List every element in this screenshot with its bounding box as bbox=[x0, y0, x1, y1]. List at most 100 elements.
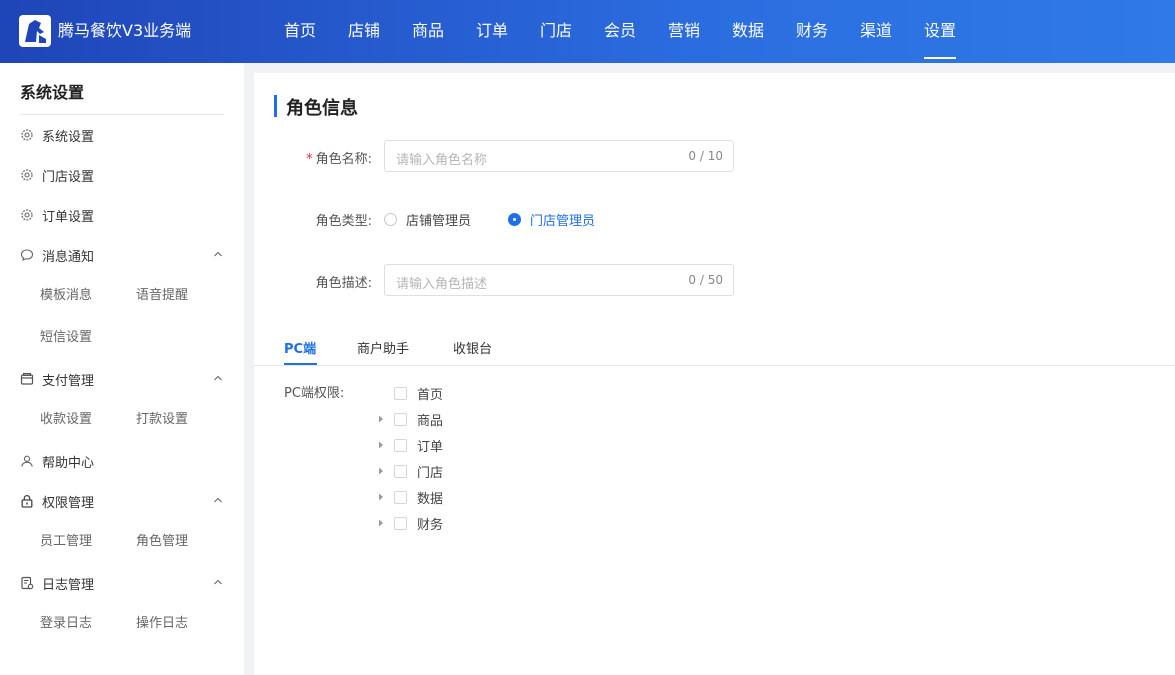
tree-checkbox[interactable] bbox=[394, 490, 407, 504]
role-desc-counter: 0 / 50 bbox=[688, 273, 723, 287]
main-panel: 角色信息 * 角色名称: 请输入角色名称 0 / 10 角色类型: 店铺管理员 门… bbox=[254, 73, 1175, 675]
radio-shop-admin[interactable]: 店铺管理员 bbox=[384, 210, 471, 229]
tree-checkbox[interactable] bbox=[394, 516, 407, 530]
section-accent-bar bbox=[274, 95, 277, 117]
chevron-up-icon[interactable] bbox=[212, 494, 224, 506]
caret-right-icon[interactable] bbox=[374, 515, 388, 531]
role-name-label: * 角色名称: bbox=[306, 152, 372, 167]
sidebar-subitem-login-log[interactable]: 登录日志 bbox=[40, 612, 92, 631]
sidebar: 系统设置 系统设置 门店设置 订单设置 消息通知 模板消息 语音提醒 短信设置 … bbox=[0, 63, 244, 675]
nav-members[interactable]: 会员 bbox=[588, 0, 652, 63]
role-type-label: 角色类型: bbox=[315, 214, 372, 229]
sidebar-item-payment[interactable]: 支付管理 bbox=[20, 369, 224, 389]
chevron-up-icon[interactable] bbox=[212, 576, 224, 588]
caret-right-icon[interactable] bbox=[374, 437, 388, 453]
tree-node-label: 订单 bbox=[417, 439, 444, 455]
sidebar-item-order-settings[interactable]: 订单设置 bbox=[20, 205, 224, 225]
tree-node-data[interactable]: 数据 bbox=[374, 489, 444, 507]
sidebar-item-system-settings[interactable]: 系统设置 bbox=[20, 125, 224, 145]
sidebar-title: 系统设置 bbox=[20, 83, 85, 102]
radio-store-admin[interactable]: 门店管理员 bbox=[508, 210, 595, 229]
tab-merchant-assistant[interactable]: 商户助手 bbox=[357, 338, 409, 357]
pc-permission-label: PC端权限: bbox=[284, 386, 345, 401]
sidebar-item-label: 消息通知 bbox=[42, 249, 95, 265]
tree-checkbox[interactable] bbox=[394, 386, 407, 400]
tree-node-orders[interactable]: 订单 bbox=[374, 437, 444, 455]
caret-right-icon[interactable] bbox=[374, 489, 388, 505]
caret-right-icon[interactable] bbox=[374, 411, 388, 427]
nav-channels[interactable]: 渠道 bbox=[844, 0, 908, 63]
required-asterisk: * bbox=[306, 152, 313, 167]
sidebar-subitem-staff-management[interactable]: 员工管理 bbox=[40, 530, 92, 549]
sidebar-item-store-settings[interactable]: 门店设置 bbox=[20, 165, 224, 185]
tree-node-goods[interactable]: 商品 bbox=[374, 411, 444, 429]
role-name-input[interactable]: 请输入角色名称 0 / 10 bbox=[384, 140, 734, 172]
sidebar-item-logs[interactable]: 日志管理 bbox=[20, 573, 224, 593]
sidebar-subitem-role-management[interactable]: 角色管理 bbox=[136, 530, 188, 549]
sidebar-item-notifications[interactable]: 消息通知 bbox=[20, 245, 224, 265]
sidebar-item-label: 门店设置 bbox=[42, 169, 95, 185]
sidebar-item-label: 订单设置 bbox=[42, 209, 95, 225]
nav-data[interactable]: 数据 bbox=[716, 0, 780, 63]
tree-node-label: 商品 bbox=[417, 413, 444, 429]
section-title: 角色信息 bbox=[286, 98, 358, 119]
nav-orders[interactable]: 订单 bbox=[460, 0, 524, 63]
gear-icon bbox=[20, 208, 34, 222]
log-icon bbox=[20, 576, 34, 590]
role-desc-input[interactable]: 请输入角色描述 0 / 50 bbox=[384, 264, 734, 296]
chevron-up-icon[interactable] bbox=[212, 248, 224, 260]
main-nav: 首页 店铺 商品 订单 门店 会员 营销 数据 财务 渠道 设置 bbox=[268, 0, 972, 63]
nav-home[interactable]: 首页 bbox=[268, 0, 332, 63]
role-desc-placeholder: 请输入角色描述 bbox=[396, 277, 488, 292]
sidebar-divider bbox=[20, 114, 224, 115]
sidebar-item-help-center[interactable]: 帮助中心 bbox=[20, 451, 224, 471]
role-name-counter: 0 / 10 bbox=[688, 149, 723, 163]
nav-finance[interactable]: 财务 bbox=[780, 0, 844, 63]
sidebar-subitem-operation-log[interactable]: 操作日志 bbox=[136, 612, 188, 631]
tree-node-label: 财务 bbox=[417, 517, 444, 533]
sidebar-subitem-template-messages[interactable]: 模板消息 bbox=[40, 284, 92, 303]
tree-checkbox[interactable] bbox=[394, 412, 407, 426]
tab-active-indicator bbox=[284, 363, 317, 365]
chat-icon bbox=[20, 248, 34, 262]
gear-icon bbox=[20, 168, 34, 182]
user-icon bbox=[20, 454, 34, 468]
nav-goods[interactable]: 商品 bbox=[396, 0, 460, 63]
caret-right-icon[interactable] bbox=[374, 463, 388, 479]
wallet-icon bbox=[20, 372, 34, 386]
sidebar-item-permissions[interactable]: 权限管理 bbox=[20, 491, 224, 511]
nav-stores[interactable]: 门店 bbox=[524, 0, 588, 63]
nav-shop[interactable]: 店铺 bbox=[332, 0, 396, 63]
sidebar-subitem-collection-settings[interactable]: 收款设置 bbox=[40, 408, 92, 427]
role-desc-label: 角色描述: bbox=[315, 276, 372, 291]
sidebar-subitem-payout-settings[interactable]: 打款设置 bbox=[136, 408, 188, 427]
nav-settings[interactable]: 设置 bbox=[908, 0, 972, 63]
tree-node-home[interactable]: 首页 bbox=[374, 385, 443, 403]
sidebar-item-label: 系统设置 bbox=[42, 129, 95, 145]
chevron-up-icon[interactable] bbox=[212, 372, 224, 384]
tab-cashier[interactable]: 收银台 bbox=[453, 338, 492, 357]
logo-icon bbox=[19, 15, 51, 47]
nav-marketing[interactable]: 营销 bbox=[652, 0, 716, 63]
radio-label: 店铺管理员 bbox=[406, 214, 472, 229]
brand-title: 腾马餐饮V3业务端 bbox=[58, 21, 192, 40]
tree-checkbox[interactable] bbox=[394, 464, 407, 478]
radio-circle[interactable] bbox=[384, 213, 397, 226]
sidebar-subitem-sms-settings[interactable]: 短信设置 bbox=[40, 326, 92, 345]
sidebar-item-label: 权限管理 bbox=[42, 495, 95, 511]
radio-circle-selected[interactable] bbox=[508, 213, 521, 226]
sidebar-item-label: 日志管理 bbox=[42, 577, 95, 593]
tree-node-stores[interactable]: 门店 bbox=[374, 463, 443, 481]
sidebar-subitem-voice-reminder[interactable]: 语音提醒 bbox=[136, 284, 188, 303]
sidebar-item-label: 帮助中心 bbox=[42, 455, 95, 471]
tree-checkbox[interactable] bbox=[394, 438, 407, 452]
tab-pc[interactable]: PC端 bbox=[284, 338, 316, 357]
gear-icon bbox=[20, 128, 34, 142]
permission-tabs: PC端 商户助手 收银台 bbox=[254, 331, 1175, 366]
sidebar-item-label: 支付管理 bbox=[42, 373, 95, 389]
role-name-placeholder: 请输入角色名称 bbox=[396, 153, 488, 168]
tree-node-finance[interactable]: 财务 bbox=[374, 515, 444, 533]
tree-node-label: 数据 bbox=[417, 491, 444, 507]
radio-label: 门店管理员 bbox=[530, 214, 596, 229]
